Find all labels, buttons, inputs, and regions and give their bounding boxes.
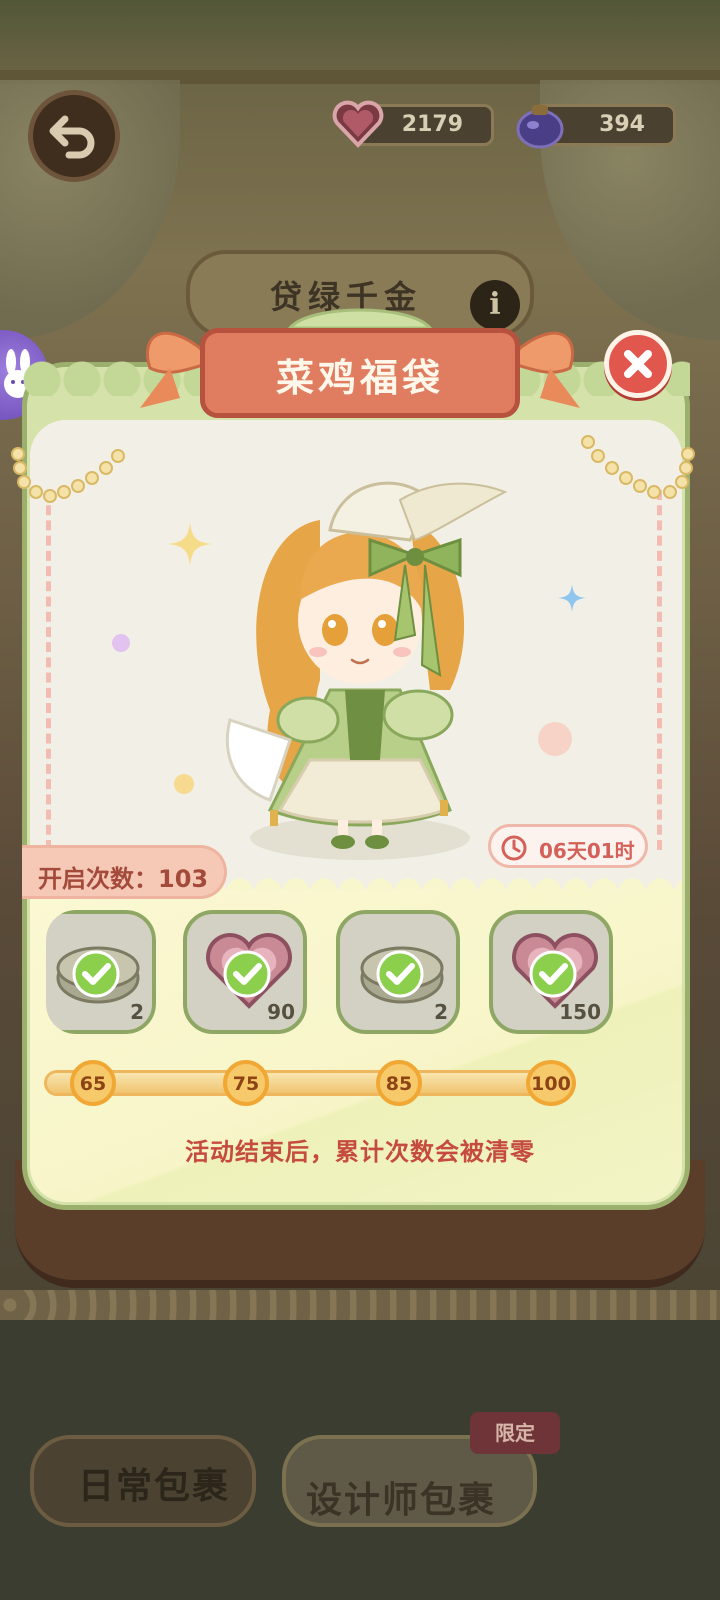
milestone-value: 75 [232, 1073, 260, 1095]
reward-quantity: 2 [130, 1000, 144, 1024]
potion-jar-icon [516, 105, 564, 149]
close-button[interactable] [604, 330, 672, 398]
sparkle-icon [558, 584, 586, 612]
claimed-check-icon [223, 950, 271, 998]
reward-card-75[interactable]: 90 [183, 910, 307, 1034]
pearl-string-left [11, 447, 125, 503]
heart-gem-icon [332, 100, 384, 148]
limited-badge: 限定 [470, 1412, 560, 1454]
clock-icon [501, 835, 527, 861]
reward-quantity: 90 [267, 1000, 295, 1024]
claimed-check-icon [376, 950, 424, 998]
progress-fill [47, 1073, 561, 1093]
milestone-marker: 85 [376, 1060, 422, 1106]
lace-trim [0, 1290, 720, 1320]
pearl-string-right [581, 435, 695, 499]
milestone-value: 65 [79, 1073, 107, 1095]
progress-bar [44, 1070, 564, 1096]
milestone-value: 85 [385, 1073, 413, 1095]
reward-card-85[interactable]: 2 [336, 910, 460, 1034]
back-arrow-icon [49, 115, 95, 159]
milestone-marker: 65 [70, 1060, 116, 1106]
right-dashed-border [657, 490, 662, 850]
milestone-marker: 75 [223, 1060, 269, 1106]
decor-dot [112, 634, 130, 652]
potion-count: 394 [599, 112, 645, 137]
reward-quantity: 150 [559, 1000, 601, 1024]
title-plate: 菜鸡福袋 [200, 328, 520, 418]
tab-daily-label: 日常包裹 [78, 1466, 231, 1507]
tab-designer-label: 设计师包裹 [306, 1480, 497, 1521]
reward-quantity: 2 [434, 1000, 448, 1024]
potion-currency[interactable]: 394 [516, 104, 676, 149]
open-count-badge: 开启次数：103 [22, 845, 227, 899]
decor-dot [174, 774, 194, 794]
claimed-check-icon [529, 950, 577, 998]
reset-notice: 活动结束后，累计次数会被清零 [185, 1138, 535, 1166]
tab-daily-package[interactable]: 日常包裹 [30, 1435, 256, 1527]
reward-card-100[interactable]: 150 [489, 910, 613, 1034]
back-button[interactable] [28, 90, 120, 182]
left-dashed-border [46, 490, 51, 850]
close-icon [624, 350, 652, 378]
timer-text: 06天01时 [539, 839, 635, 863]
heart-count: 2179 [401, 112, 463, 137]
character-illustration [225, 481, 508, 860]
countdown-timer: 06天01时 [488, 824, 648, 868]
reward-card-65[interactable]: 2 [46, 910, 156, 1034]
modal-title: 菜鸡福袋 [275, 356, 444, 400]
milestone-marker: 100 [526, 1060, 576, 1106]
milestone-value: 100 [531, 1073, 571, 1095]
decor-dot [538, 722, 572, 756]
claimed-check-icon [72, 950, 120, 998]
open-count-text: 开启次数：103 [38, 865, 209, 893]
heart-currency[interactable]: 2179 [332, 100, 494, 148]
